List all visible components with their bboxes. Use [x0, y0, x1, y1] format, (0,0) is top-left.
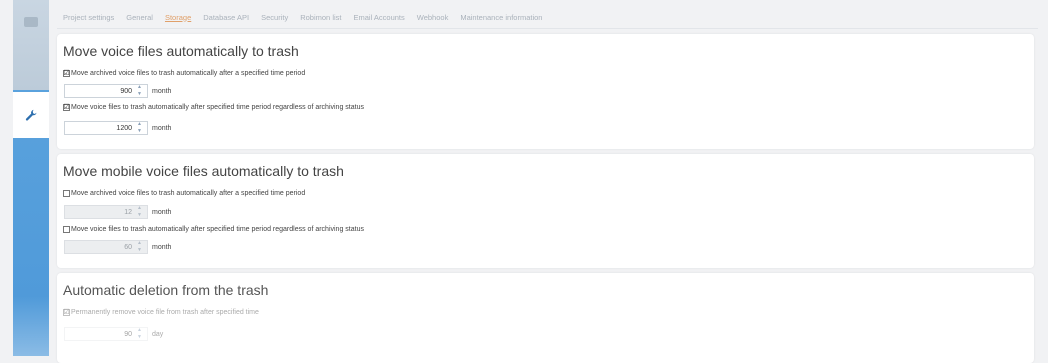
option-label: Move archived voice files to trash autom… — [71, 70, 306, 77]
stepper-arrows[interactable]: ▲ ▼ — [137, 85, 144, 97]
period-row: 900 ▲ ▼ month — [64, 84, 171, 98]
option-row: ☑ Move archived voice files to trash aut… — [63, 70, 305, 77]
checkbox[interactable]: ☑ — [63, 309, 70, 316]
checkbox[interactable]: ☑ — [63, 104, 70, 111]
option-label: Move voice files to trash automatically … — [71, 226, 364, 233]
option-label: Move archived voice files to trash autom… — [71, 190, 306, 197]
sidebar-item-folder[interactable] — [13, 0, 49, 44]
unit-label: month — [152, 124, 172, 132]
period-stepper[interactable]: 60 ▲ ▼ — [64, 240, 148, 254]
stepper-value: 60 — [124, 243, 132, 251]
option-row: ☑ Permanently remove voice file from tra… — [63, 309, 259, 316]
period-row: 1200 ▲ ▼ month — [64, 121, 171, 135]
period-stepper[interactable]: 12 ▲ ▼ — [64, 205, 148, 219]
stepper-arrows[interactable]: ▲ ▼ — [137, 328, 144, 340]
period-row: 60 ▲ ▼ month — [64, 240, 171, 254]
period-stepper[interactable]: 900 ▲ ▼ — [64, 84, 148, 98]
option-row: Move voice files to trash automatically … — [63, 226, 364, 233]
tab-robimon-list[interactable]: Robimon list — [294, 13, 347, 22]
stepper-arrows[interactable]: ▲ ▼ — [137, 206, 144, 218]
wrench-icon — [25, 109, 37, 121]
unit-label: month — [152, 208, 172, 216]
tab-project-settings[interactable]: Project settings — [57, 13, 120, 22]
section-title: Move mobile voice files automatically to… — [63, 163, 344, 179]
tab-maintenance-information[interactable]: Maintenance information — [454, 13, 548, 22]
sidebar — [13, 0, 49, 356]
option-row: ☑ Move voice files to trash automaticall… — [63, 104, 364, 111]
section-title: Move voice files automatically to trash — [63, 43, 299, 59]
section-title: Automatic deletion from the trash — [63, 282, 269, 298]
period-stepper[interactable]: 90 ▲ ▼ — [64, 327, 148, 341]
chevron-up-icon[interactable]: ▲ — [137, 328, 144, 333]
tab-webhook[interactable]: Webhook — [411, 13, 455, 22]
chevron-down-icon[interactable]: ▼ — [137, 213, 144, 218]
tab-general[interactable]: General — [120, 13, 159, 22]
checkbox[interactable] — [63, 226, 70, 233]
option-label: Move voice files to trash automatically … — [71, 104, 364, 111]
tab-email-accounts[interactable]: Email Accounts — [347, 13, 410, 22]
period-stepper[interactable]: 1200 ▲ ▼ — [64, 121, 148, 135]
chevron-down-icon[interactable]: ▼ — [137, 335, 144, 340]
chevron-down-icon[interactable]: ▼ — [137, 248, 144, 253]
unit-label: day — [152, 330, 164, 338]
stepper-value: 90 — [124, 330, 132, 338]
chevron-down-icon[interactable]: ▼ — [137, 92, 144, 97]
checkbox[interactable] — [63, 190, 70, 197]
chevron-up-icon[interactable]: ▲ — [137, 206, 144, 211]
chevron-up-icon[interactable]: ▲ — [137, 85, 144, 90]
chevron-up-icon[interactable]: ▲ — [137, 241, 144, 246]
tab-database-api[interactable]: Database API — [197, 13, 255, 22]
unit-label: month — [152, 243, 172, 251]
tab-storage[interactable]: Storage — [159, 13, 197, 22]
sidebar-fade — [13, 296, 49, 356]
period-row: 12 ▲ ▼ month — [64, 205, 171, 219]
stepper-arrows[interactable]: ▲ ▼ — [137, 241, 144, 253]
section-voice-trash: Move voice files automatically to trash … — [57, 34, 1034, 149]
chevron-down-icon[interactable]: ▼ — [137, 129, 144, 134]
stepper-value: 900 — [120, 87, 132, 95]
period-row: 90 ▲ ▼ day — [64, 327, 163, 341]
section-trash-deletion: Automatic deletion from the trash ☑ Perm… — [57, 273, 1034, 363]
section-mobile-voice-trash: Move mobile voice files automatically to… — [57, 154, 1034, 268]
sidebar-item-settings[interactable] — [13, 92, 49, 138]
chevron-up-icon[interactable]: ▲ — [137, 122, 144, 127]
unit-label: month — [152, 87, 172, 95]
option-row: Move archived voice files to trash autom… — [63, 190, 305, 197]
stepper-value: 12 — [124, 208, 132, 216]
stepper-arrows[interactable]: ▲ ▼ — [137, 122, 144, 134]
stepper-value: 1200 — [116, 124, 132, 132]
option-label: Permanently remove voice file from trash… — [71, 309, 259, 316]
tab-divider — [57, 28, 1038, 29]
tab-bar: Project settings General Storage Databas… — [57, 7, 548, 27]
folder-icon — [24, 17, 38, 27]
checkbox[interactable]: ☑ — [63, 70, 70, 77]
tab-security[interactable]: Security — [255, 13, 294, 22]
